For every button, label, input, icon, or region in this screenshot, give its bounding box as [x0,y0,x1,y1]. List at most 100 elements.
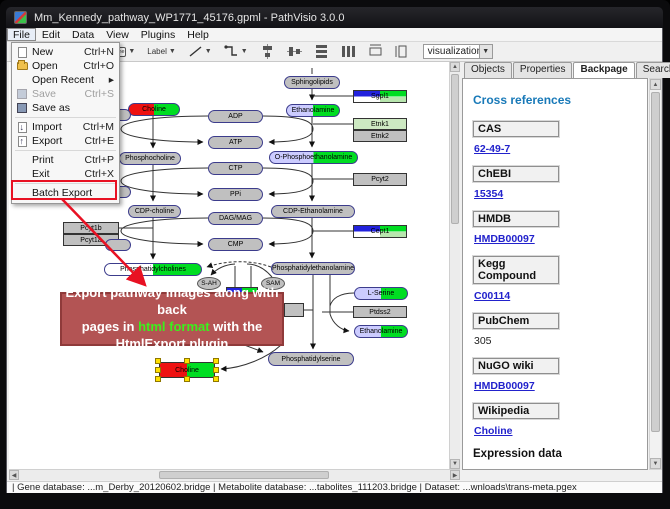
visualization-combobox[interactable]: visualization ▼ [423,44,493,59]
canvas-vertical-scrollbar[interactable]: ▲ ▼ [449,62,460,469]
open-folder-icon [17,62,28,70]
common-width-button[interactable] [365,43,386,60]
file-menu-item-exit[interactable]: ExitCtrl+X [12,167,119,181]
menubar-item-file[interactable]: File [7,28,36,41]
file-menu-item-import[interactable]: ↓ImportCtrl+M [12,120,119,134]
scroll-down-icon[interactable]: ▼ [650,458,661,469]
chevron-down-icon[interactable]: ▼ [241,48,248,55]
common-height-button[interactable] [392,43,413,60]
menubar-item-edit[interactable]: Edit [36,28,66,41]
align-center-vertical-button[interactable] [284,43,305,60]
scroll-up-icon[interactable]: ▲ [450,62,460,72]
menu-item-label: Exit [32,168,85,180]
align-center-horizontal-button[interactable] [257,43,278,60]
new-connector-button[interactable]: ▼ [221,43,251,60]
scroll-down-icon[interactable]: ▼ [450,459,460,469]
callout-text-line: HtmlExport plugin [116,336,229,353]
node-adp[interactable]: ADP [208,110,263,123]
node-etnk2[interactable]: Etnk2 [353,130,407,142]
file-menu-item-export[interactable]: ↑ExportCtrl+E [12,134,119,148]
selection-handle[interactable] [184,376,190,382]
menu-item-label: Save [32,88,85,100]
selection-handle[interactable] [213,358,219,364]
canvas-horizontal-scrollbar[interactable]: ◀ ▶ [9,469,460,480]
node-phosphatidylserine[interactable]: Phosphatidylserine [268,352,354,366]
xref-database-name: PubChem [473,313,559,329]
selection-handle[interactable] [213,376,219,382]
selection-handle[interactable] [213,367,219,373]
menu-item-label: Save as [32,102,114,114]
selection-handle[interactable] [155,376,161,382]
file-menu-item-open-recent[interactable]: Open Recent▸ [12,73,119,87]
align-center-vertical-icon [287,44,302,59]
node-sphingolipids[interactable]: Sphingolipids [284,76,340,89]
selection-handle[interactable] [155,358,161,364]
file-menu-item-save[interactable]: SaveCtrl+S [12,87,119,101]
new-line-button[interactable]: ▼ [185,43,215,60]
xref-link[interactable]: Choline [474,425,513,437]
node-cdp-ethanolamine[interactable]: CDP-Ethanolamine [271,205,355,218]
scrollbar-thumb[interactable] [651,92,660,432]
distribute-horizontal-button[interactable] [338,43,359,60]
chevron-down-icon[interactable]: ▼ [128,48,135,55]
tab-properties[interactable]: Properties [513,62,573,78]
selection-handle[interactable] [184,358,190,364]
scroll-left-icon[interactable]: ◀ [9,470,19,480]
node-choline[interactable]: Choline [128,103,180,116]
selection-handle[interactable] [155,367,161,373]
node-sgpl1[interactable]: Sgpl1 [353,90,407,103]
scrollbar-thumb[interactable] [159,471,329,479]
node-dag-mag[interactable]: DAG/MAG [208,212,263,225]
xref-link[interactable]: C00114 [474,290,510,302]
node-cmp[interactable]: CMP [208,238,263,251]
distribute-vertical-button[interactable] [311,43,332,60]
node-cdp-choline[interactable]: CDP-choline [128,205,181,218]
annotation-callout: Export pathway images along with backpag… [60,292,284,346]
menubar-item-plugins[interactable]: Plugins [135,28,181,41]
tab-backpage[interactable]: Backpage [573,62,634,78]
node-pcyt2[interactable]: Pcyt2 [353,173,407,186]
menubar-item-help[interactable]: Help [181,28,215,41]
chevron-down-icon[interactable]: ▼ [169,48,176,55]
node-phosphocholine[interactable]: Phosphocholine [119,152,181,165]
file-menu-item-print[interactable]: PrintCtrl+P [12,153,119,167]
file-menu-item-batch-export[interactable]: Batch Export [12,186,119,200]
tab-objects[interactable]: Objects [464,62,512,78]
node-pcyt1b[interactable]: Pcyt1b [63,222,119,234]
file-menu-item-save-as[interactable]: Save as [12,101,119,115]
node-ptdss2[interactable]: Ptdss2 [353,306,407,318]
menu-separator [15,183,116,184]
node-ptdss1[interactable] [284,303,304,317]
xref-link[interactable]: HMDB00097 [474,233,535,245]
node-ctp[interactable]: CTP [208,162,263,175]
xref-link[interactable]: 15354 [474,188,503,200]
node-atp[interactable]: ATP [208,136,263,149]
node-ethanolamine-top[interactable]: Ethanolamine [286,104,340,117]
menubar-item-data[interactable]: Data [66,28,100,41]
chevron-down-icon[interactable]: ▼ [479,45,492,58]
node-phosphatidylcholines[interactable]: Phosphatidylcholines [104,263,202,276]
node-phosphatidylethanolamine[interactable]: Phosphatidylethanolamine [271,262,355,275]
scroll-up-icon[interactable]: ▲ [650,79,661,90]
menubar-item-view[interactable]: View [100,28,135,41]
scrollbar-thumb[interactable] [451,74,459,224]
sidebar-scrollbar[interactable]: ▲ ▼ [649,78,662,470]
node-l-serine[interactable]: L-Serine [354,287,408,300]
title-bar[interactable]: Mm_Kennedy_pathway_WP1771_45176.gpml - P… [6,7,663,28]
menu-item-shortcut: Ctrl+M [83,121,114,133]
tab-search[interactable]: Search [636,62,670,78]
file-menu-item-new[interactable]: NewCtrl+N [12,45,119,59]
xref-link[interactable]: HMDB00097 [474,380,535,392]
common-height-icon [395,44,410,59]
chevron-down-icon[interactable]: ▼ [205,48,212,55]
node-ethanolamine-bottom[interactable]: Ethanolamine [354,325,408,338]
node-edge-node-3[interactable] [105,239,131,251]
file-menu-item-open[interactable]: OpenCtrl+O [12,59,119,73]
node-ppi[interactable]: PPi [208,188,263,201]
scroll-right-icon[interactable]: ▶ [450,470,460,480]
xref-link[interactable]: 62-49-7 [474,143,510,155]
node-o-phosphoethanolamine[interactable]: O-Phosphoethanolamine [269,151,358,164]
new-label-button[interactable]: Label ▼ [144,43,179,60]
node-etnk1[interactable]: Etnk1 [353,118,407,130]
node-cept1[interactable]: Cept1 [353,225,407,238]
